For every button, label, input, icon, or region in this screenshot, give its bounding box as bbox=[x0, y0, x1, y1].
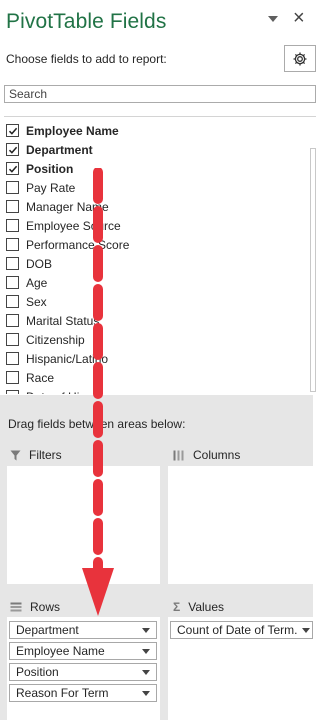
field-checkbox[interactable] bbox=[6, 219, 19, 232]
rows-chip-employee-name[interactable]: Employee Name bbox=[9, 642, 157, 660]
field-label: Manager Name bbox=[26, 199, 109, 214]
field-item[interactable]: Department bbox=[6, 140, 93, 159]
field-label: Sex bbox=[26, 294, 47, 309]
filters-drop-area[interactable] bbox=[7, 466, 160, 584]
chip-label: Department bbox=[16, 623, 79, 637]
rows-chip-position[interactable]: Position bbox=[9, 663, 157, 681]
close-icon[interactable]: × bbox=[293, 8, 305, 28]
field-item[interactable]: Marital Status bbox=[6, 311, 99, 330]
chip-label: Reason For Term bbox=[16, 686, 109, 700]
field-checkbox[interactable] bbox=[6, 124, 19, 137]
field-checkbox[interactable] bbox=[6, 200, 19, 213]
field-label: Pay Rate bbox=[26, 180, 76, 195]
rows-header: Rows bbox=[10, 597, 60, 617]
checkmark-icon bbox=[8, 165, 17, 173]
field-item[interactable]: Employee Name bbox=[6, 121, 119, 140]
field-label: Performance Score bbox=[26, 237, 130, 252]
columns-header: Columns bbox=[173, 445, 240, 465]
chevron-down-icon[interactable] bbox=[142, 628, 150, 633]
field-checkbox[interactable] bbox=[6, 143, 19, 156]
field-item[interactable]: Race bbox=[6, 368, 54, 387]
field-label: Citizenship bbox=[26, 332, 85, 347]
chevron-down-icon[interactable] bbox=[142, 649, 150, 654]
field-label: Position bbox=[26, 161, 74, 176]
field-item[interactable]: Manager Name bbox=[6, 197, 109, 216]
columns-icon bbox=[173, 450, 185, 461]
field-label: Department bbox=[26, 142, 93, 157]
field-checkbox[interactable] bbox=[6, 181, 19, 194]
field-checkbox[interactable] bbox=[6, 295, 19, 308]
field-checkbox[interactable] bbox=[6, 162, 19, 175]
field-label: Employee Source bbox=[26, 218, 121, 233]
rows-icon bbox=[10, 602, 22, 612]
settings-button[interactable] bbox=[284, 45, 316, 72]
field-label: Age bbox=[26, 275, 48, 290]
field-label: Marital Status bbox=[26, 313, 100, 328]
pane-title: PivotTable Fields bbox=[6, 10, 167, 33]
field-checkbox[interactable] bbox=[6, 238, 19, 251]
drag-fields-label: Drag fields between areas below: bbox=[8, 417, 186, 431]
rows-chip-reason-for-term[interactable]: Reason For Term bbox=[9, 684, 157, 702]
chip-label: Position bbox=[16, 665, 59, 679]
field-checkbox[interactable] bbox=[6, 276, 19, 289]
field-item[interactable]: DOB bbox=[6, 254, 52, 273]
chevron-down-icon[interactable] bbox=[142, 691, 150, 696]
filter-icon bbox=[10, 450, 21, 461]
filters-label: Filters bbox=[29, 448, 62, 462]
sigma-icon: Σ bbox=[173, 600, 181, 614]
search-input[interactable] bbox=[4, 85, 316, 103]
field-checkbox[interactable] bbox=[6, 257, 19, 270]
gear-icon bbox=[293, 52, 307, 65]
values-chip-count-of-date-of-term[interactable]: Count of Date of Term... bbox=[170, 621, 313, 639]
columns-drop-area[interactable] bbox=[168, 466, 313, 584]
chip-label: Count of Date of Term... bbox=[177, 623, 298, 637]
field-label: DOB bbox=[26, 256, 53, 271]
field-item[interactable]: Employee Source bbox=[6, 216, 121, 235]
field-checkbox[interactable] bbox=[6, 371, 19, 384]
choose-fields-label: Choose fields to add to report: bbox=[6, 52, 167, 66]
checkmark-icon bbox=[8, 146, 17, 154]
rows-chip-department[interactable]: Department bbox=[9, 621, 157, 639]
field-checkbox[interactable] bbox=[6, 333, 19, 346]
chevron-down-icon[interactable] bbox=[142, 670, 150, 675]
field-item[interactable]: Sex bbox=[6, 292, 47, 311]
field-item[interactable]: Hispanic/Latino bbox=[6, 349, 108, 368]
field-list-scrollbar[interactable] bbox=[310, 148, 316, 392]
field-label: Date of Hire bbox=[26, 390, 90, 395]
field-label: Employee Name bbox=[26, 123, 119, 138]
field-item[interactable]: Performance Score bbox=[6, 235, 129, 254]
values-header: Σ Values bbox=[173, 597, 224, 617]
field-label: Race bbox=[26, 370, 55, 385]
field-item[interactable]: Pay Rate bbox=[6, 178, 75, 197]
values-label: Values bbox=[188, 600, 225, 614]
field-list: Employee Name Department Position Pay Rate M… bbox=[4, 116, 316, 394]
field-item[interactable]: Position bbox=[6, 159, 73, 178]
field-checkbox[interactable] bbox=[6, 352, 19, 365]
field-checkbox[interactable] bbox=[6, 314, 19, 327]
chevron-down-icon[interactable] bbox=[302, 628, 310, 633]
filters-header: Filters bbox=[10, 445, 62, 465]
field-item[interactable]: Date of Hire bbox=[6, 387, 90, 394]
field-item[interactable]: Age bbox=[6, 273, 47, 292]
field-label: Hispanic/Latino bbox=[26, 351, 109, 366]
chip-label: Employee Name bbox=[16, 644, 105, 658]
chevron-down-icon[interactable] bbox=[268, 16, 278, 22]
checkmark-icon bbox=[8, 127, 17, 135]
rows-label: Rows bbox=[30, 600, 61, 614]
field-checkbox[interactable] bbox=[6, 390, 19, 394]
field-item[interactable]: Citizenship bbox=[6, 330, 85, 349]
columns-label: Columns bbox=[193, 448, 241, 462]
